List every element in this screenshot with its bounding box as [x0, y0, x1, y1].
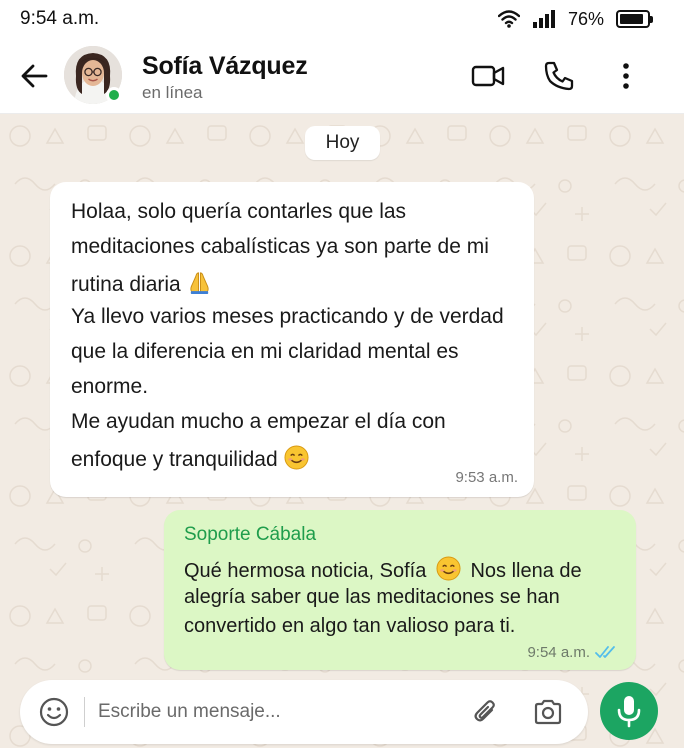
status-icons: 76%: [497, 8, 653, 30]
smiling-face-emoji: [283, 445, 309, 470]
composer-divider: [84, 697, 85, 727]
message-line-with-emoji: Qué hermosa noticia, Sofía Nos llena de: [184, 556, 582, 583]
voice-message-button[interactable]: [600, 682, 658, 740]
video-camera-icon: [471, 65, 505, 87]
online-status-dot: [106, 87, 122, 103]
battery-level: [620, 14, 643, 24]
double-check-icon: [595, 646, 615, 658]
message-line: Me ayudan mucho a empezar el día con: [71, 410, 446, 433]
message-time: 9:54 a.m.: [527, 644, 590, 661]
phone-icon: [544, 61, 574, 91]
message-line: alegría saber que las meditaciones se ha…: [184, 586, 560, 608]
message-line-text: rutina diaria: [71, 273, 181, 296]
message-line: convertido en algo tan valioso para ti.: [184, 615, 516, 637]
outgoing-message[interactable]: Soporte Cábala Qué hermosa noticia, Sofí…: [164, 510, 636, 670]
status-time: 9:54 a.m.: [20, 8, 100, 29]
message-composer: [20, 680, 588, 744]
message-input[interactable]: [98, 694, 458, 730]
camera-icon: [534, 699, 562, 725]
video-call-button[interactable]: [470, 58, 506, 94]
back-button[interactable]: [18, 60, 54, 92]
message-line-with-emoji: enfoque y tranquilidad: [71, 445, 309, 472]
chat-header: Sofía Vázquez en línea: [0, 38, 684, 114]
message-line: que la diferencia en mi claridad mental …: [71, 340, 459, 363]
emoji-icon: [39, 697, 69, 727]
contact-name[interactable]: Sofía Vázquez: [142, 52, 308, 81]
message-line-text: Nos llena de: [470, 560, 582, 582]
microphone-icon: [617, 696, 641, 728]
contact-status: en línea: [142, 83, 203, 102]
more-options-button[interactable]: [614, 58, 638, 94]
incoming-message[interactable]: Holaa, solo quería contarles que las med…: [50, 182, 534, 497]
folded-hands-emoji: [189, 272, 209, 295]
message-line: meditaciones cabalísticas ya son parte d…: [71, 235, 489, 258]
camera-button[interactable]: [532, 696, 564, 728]
arrow-left-icon: [21, 64, 48, 88]
status-bar: 9:54 a.m. 76%: [0, 0, 684, 38]
battery-percentage: 76%: [567, 8, 604, 29]
message-line-text: enfoque y tranquilidad: [71, 448, 278, 471]
message-line-with-emoji: rutina diaria: [71, 270, 212, 297]
date-divider: Hoy: [305, 126, 380, 160]
smiling-face-emoji: [436, 556, 461, 581]
message-line-text: Qué hermosa noticia, Sofía: [184, 560, 427, 582]
voice-call-button[interactable]: [541, 58, 577, 94]
signal-icon: [532, 10, 555, 28]
message-line: Ya llevo varios meses practicando y de v…: [71, 305, 504, 328]
attach-button[interactable]: [470, 696, 502, 728]
message-line: Holaa, solo quería contarles que las: [71, 200, 407, 223]
paperclip-icon: [474, 700, 495, 722]
message-line: enorme.: [71, 375, 149, 398]
more-vertical-icon: [623, 63, 629, 89]
battery-icon: [616, 10, 653, 28]
emoji-button[interactable]: [38, 696, 70, 728]
sender-name: Soporte Cábala: [184, 524, 317, 545]
chat-area[interactable]: Hoy Holaa, solo quería contarles que las…: [0, 114, 684, 748]
wifi-icon: [497, 10, 520, 28]
message-time: 9:53 a.m.: [455, 469, 518, 486]
